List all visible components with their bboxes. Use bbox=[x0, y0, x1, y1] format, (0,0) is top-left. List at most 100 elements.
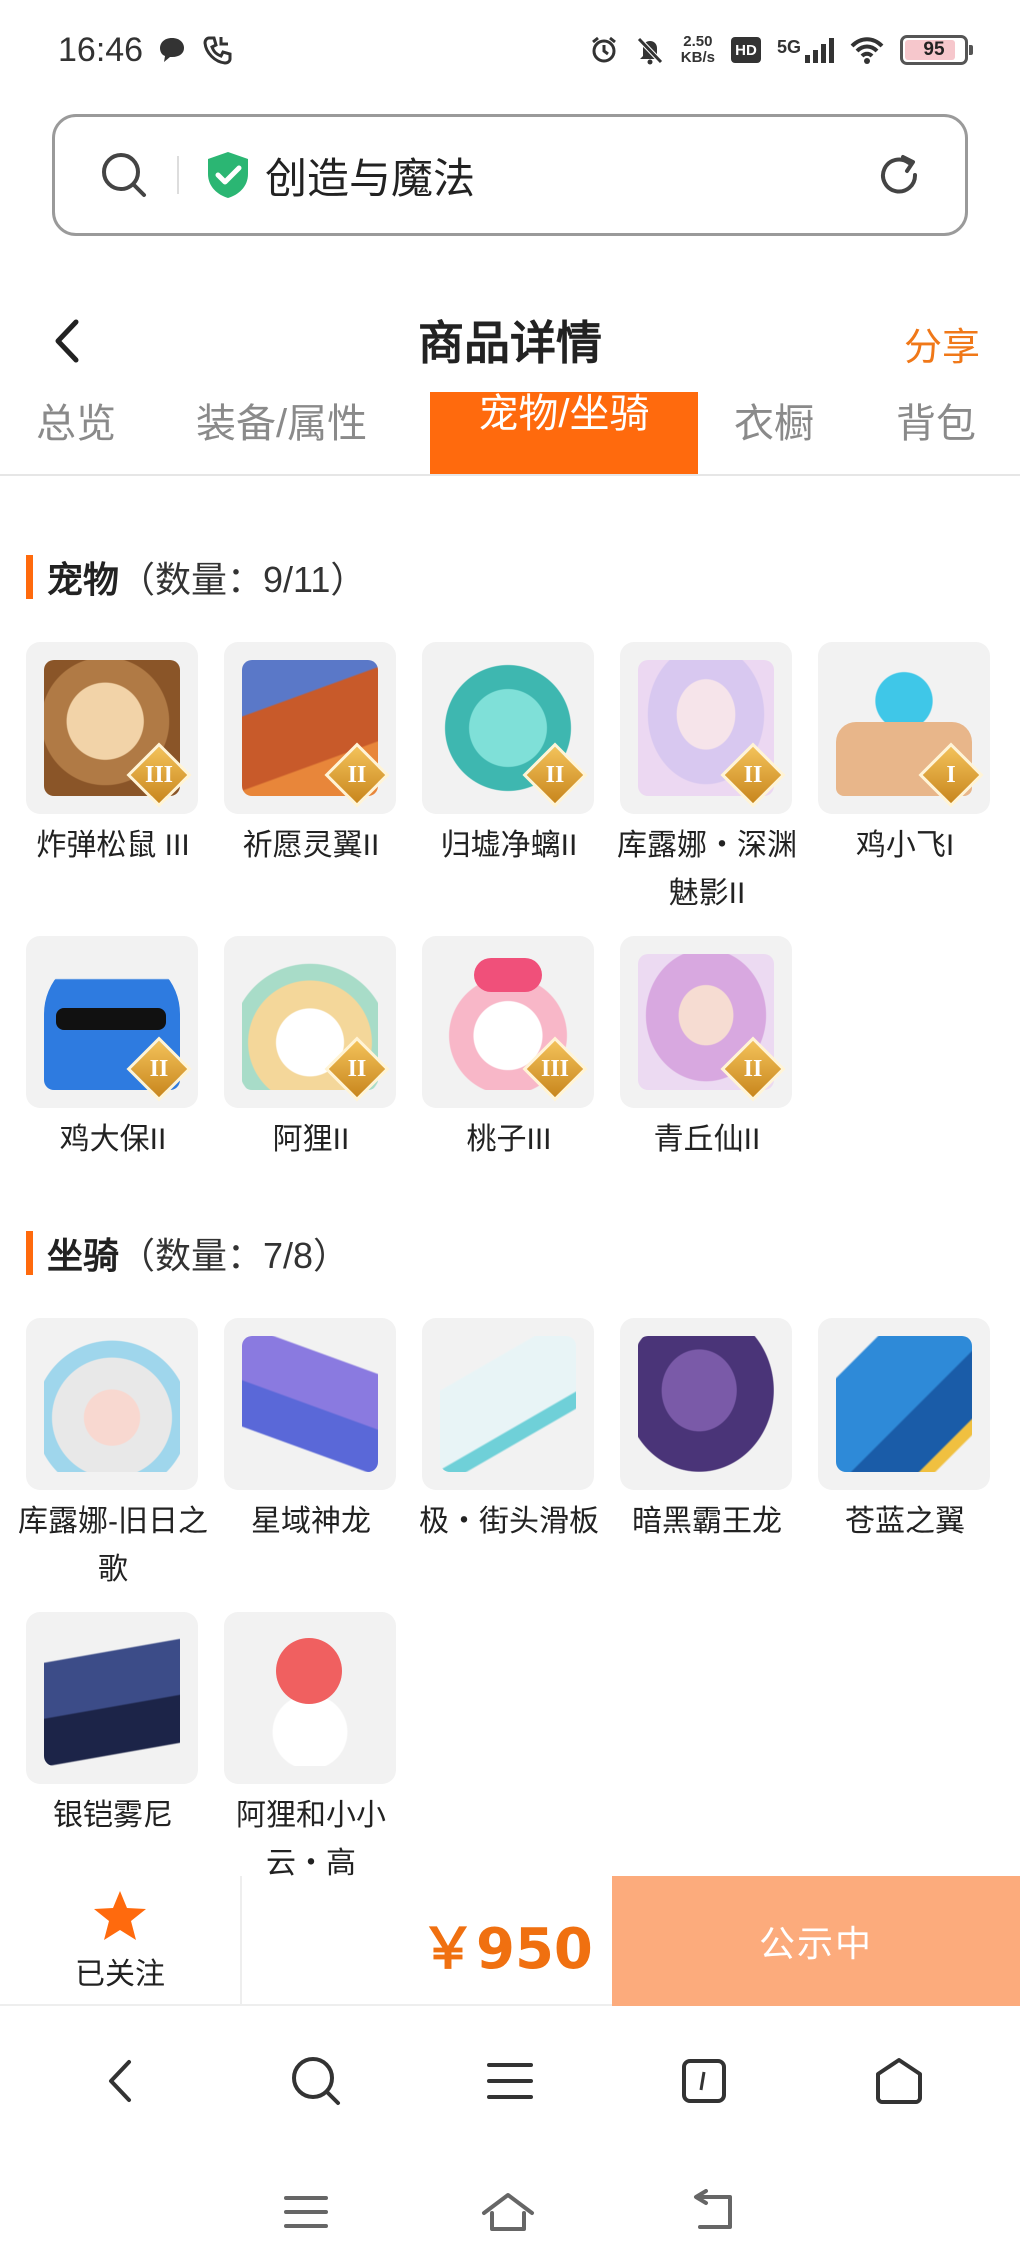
mount-item[interactable]: 阿狸和小小云・高 bbox=[224, 1612, 398, 1888]
home-icon[interactable] bbox=[478, 2189, 538, 2235]
mount-name: 暗黑霸王龙 bbox=[632, 1505, 782, 1538]
back-icon[interactable] bbox=[686, 2188, 738, 2235]
pet-name: 阿狸II bbox=[272, 1123, 350, 1156]
tab-backpack[interactable]: 背包 bbox=[896, 392, 976, 466]
pet-name: 桃子III bbox=[466, 1123, 552, 1156]
search-query[interactable]: 创造与魔法 bbox=[265, 145, 873, 206]
mount-item[interactable]: 苍蓝之翼 bbox=[818, 1318, 992, 1546]
pet-name: 炸弹松鼠 III bbox=[36, 829, 190, 862]
pet-item[interactable]: II 归墟净螭II bbox=[422, 642, 596, 870]
pet-item[interactable]: II 阿狸II bbox=[224, 936, 398, 1164]
tab-pets-mounts[interactable]: 宠物/坐骑 bbox=[430, 392, 698, 474]
browser-toolbar bbox=[0, 2006, 1020, 2156]
status-bar: 16:46 2.50 KB/s HD 5G 95 bbox=[0, 0, 1020, 100]
hd-badge: HD bbox=[730, 37, 761, 63]
follow-button[interactable]: 已关注 bbox=[0, 1876, 242, 2006]
search-divider bbox=[177, 156, 179, 194]
azure-wing-image bbox=[836, 1336, 972, 1472]
mount-name: 阿狸和小小云・高 bbox=[236, 1799, 386, 1880]
secure-shield-icon bbox=[208, 152, 248, 198]
mount-item[interactable]: 星域神龙 bbox=[224, 1318, 398, 1546]
mounts-count: （数量：7/8） bbox=[119, 1235, 350, 1276]
browser-menu-button[interactable] bbox=[470, 2041, 550, 2121]
action-bar: 已关注 ￥950 公示中 bbox=[0, 1876, 1020, 2006]
pet-name: 祈愿灵翼II bbox=[242, 829, 380, 862]
pet-name: 库露娜・深渊魅影II bbox=[617, 829, 797, 910]
browser-home-button[interactable] bbox=[859, 2041, 939, 2121]
dark-trex-image bbox=[638, 1336, 774, 1472]
share-button[interactable]: 分享 bbox=[904, 316, 980, 371]
star-icon bbox=[94, 1891, 146, 1940]
pet-item[interactable]: I 鸡小飞I bbox=[818, 642, 992, 870]
menu-icon bbox=[486, 2063, 533, 2099]
pets-section-title: 宠物 （数量：9/11） bbox=[26, 552, 366, 602]
status-time: 16:46 bbox=[58, 30, 144, 69]
pet-item[interactable]: III 桃子III bbox=[422, 936, 596, 1164]
pet-item[interactable]: II 青丘仙II bbox=[620, 936, 794, 1164]
pet-thumbnail: III bbox=[26, 642, 198, 814]
mount-thumbnail bbox=[818, 1318, 990, 1490]
mount-name: 极・街头滑板 bbox=[419, 1505, 599, 1538]
rank-label: II bbox=[545, 762, 565, 788]
battery-level: 95 bbox=[923, 39, 945, 60]
refresh-icon[interactable] bbox=[873, 149, 925, 201]
mount-item[interactable]: 暗黑霸王龙 bbox=[620, 1318, 794, 1546]
system-navigation bbox=[0, 2156, 1020, 2267]
mount-item[interactable]: 银铠雾尼 bbox=[26, 1612, 200, 1840]
mounts-section-title: 坐骑 （数量：7/8） bbox=[26, 1228, 349, 1278]
signal-indicator: 5G bbox=[777, 37, 834, 63]
mount-thumbnail bbox=[26, 1318, 198, 1490]
rank-label: II bbox=[149, 1056, 169, 1082]
tab-overview[interactable]: 总览 bbox=[36, 392, 116, 466]
mount-thumbnail bbox=[26, 1612, 198, 1784]
pets-title: 宠物 bbox=[47, 559, 120, 600]
skateboard-image bbox=[440, 1336, 576, 1472]
pet-item[interactable]: II 库露娜・深渊魅影II bbox=[617, 642, 797, 918]
rank-label: II bbox=[347, 1056, 367, 1082]
silver-armor-image bbox=[44, 1630, 180, 1766]
pet-thumbnail: II bbox=[620, 936, 792, 1108]
mount-name: 库露娜-旧日之歌 bbox=[18, 1505, 208, 1586]
browser-search-button[interactable] bbox=[276, 2041, 356, 2121]
section-accent-bar bbox=[26, 1231, 33, 1275]
alarm-icon bbox=[591, 36, 616, 63]
star-dragon-image bbox=[242, 1336, 378, 1472]
pet-item[interactable]: II 鸡大保II bbox=[26, 936, 200, 1164]
rank-label: II bbox=[347, 762, 367, 788]
mount-item[interactable]: 极・街头滑板 bbox=[419, 1318, 599, 1546]
pet-name: 鸡小飞I bbox=[855, 829, 955, 862]
sunglasses-image bbox=[56, 1008, 166, 1030]
status-left: 16:46 bbox=[58, 31, 233, 70]
net-speed: 2.50 KB/s bbox=[681, 34, 715, 66]
pet-thumbnail: II bbox=[422, 642, 594, 814]
home-icon bbox=[875, 2058, 922, 2104]
bow-image bbox=[474, 958, 542, 992]
tab-wardrobe[interactable]: 衣橱 bbox=[734, 392, 814, 466]
section-accent-bar bbox=[26, 555, 33, 599]
address-bar[interactable]: 创造与魔法 bbox=[52, 114, 968, 236]
status-right: 2.50 KB/s HD 5G 95 bbox=[589, 34, 973, 66]
back-arrow-icon[interactable] bbox=[44, 316, 94, 366]
pet-item[interactable]: III 炸弹松鼠 III bbox=[26, 642, 200, 870]
tab-equipment[interactable]: 装备/属性 bbox=[196, 392, 367, 466]
recent-apps-icon[interactable] bbox=[282, 2192, 330, 2232]
rank-label: II bbox=[743, 762, 763, 788]
battery-indicator: 95 bbox=[900, 35, 973, 65]
rank-label: III bbox=[540, 1056, 570, 1082]
pet-item[interactable]: II 祈愿灵翼II bbox=[224, 642, 398, 870]
browser-back-button[interactable] bbox=[81, 2041, 161, 2121]
call-icon bbox=[203, 36, 232, 65]
mount-name: 银铠雾尼 bbox=[53, 1799, 173, 1832]
price: ￥950 bbox=[420, 1917, 593, 1982]
message-icon bbox=[160, 38, 185, 62]
tabs-icon bbox=[682, 2059, 727, 2103]
search-icon[interactable] bbox=[99, 150, 149, 200]
browser-tabs-button[interactable] bbox=[664, 2041, 744, 2121]
publicity-status-button[interactable]: 公示中 bbox=[612, 1876, 1020, 2006]
pet-name: 鸡大保II bbox=[59, 1123, 167, 1156]
mount-item[interactable]: 库露娜-旧日之歌 bbox=[18, 1318, 208, 1594]
pets-count: （数量：9/11） bbox=[119, 559, 367, 600]
rank-label: I bbox=[946, 762, 956, 788]
mounts-title: 坐骑 bbox=[47, 1235, 120, 1276]
mute-icon bbox=[636, 37, 663, 65]
